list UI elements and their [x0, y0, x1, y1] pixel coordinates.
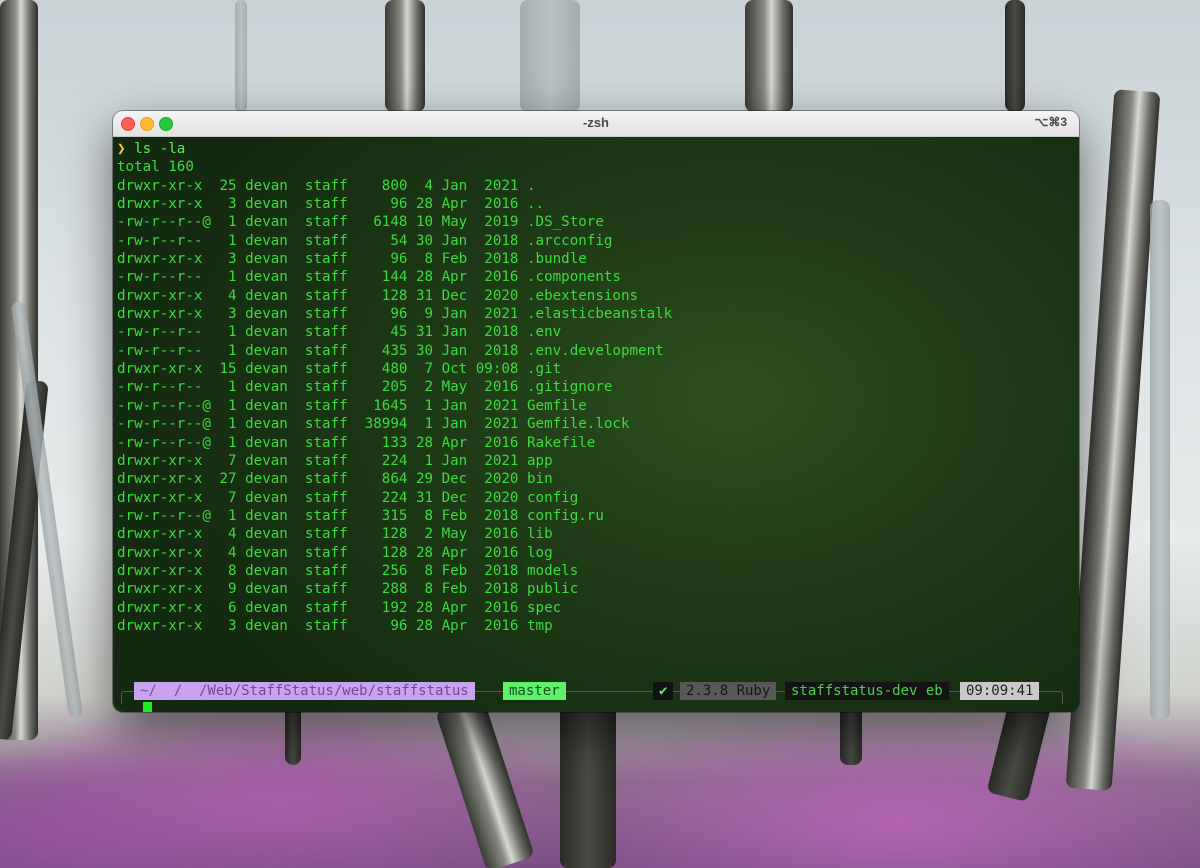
listing-row: -rw-r--r-- 1 devan staff 435 30 Jan 2018… — [117, 342, 664, 359]
listing-row: -rw-r--r--@ 1 devan staff 1645 1 Jan 202… — [117, 397, 587, 414]
listing-row: drwxr-xr-x 3 devan staff 96 8 Feb 2018 .… — [117, 251, 587, 268]
tree-trunk — [560, 700, 616, 868]
listing-row: drwxr-xr-x 3 devan staff 96 28 Apr 2016 … — [117, 617, 553, 634]
listing-row: drwxr-xr-x 15 devan staff 480 7 Oct 09:0… — [117, 361, 562, 378]
total-line: total 160 — [117, 159, 194, 176]
listing-row: -rw-r--r--@ 1 devan staff 38994 1 Jan 20… — [117, 416, 630, 433]
listing-row: drwxr-xr-x 7 devan staff 224 1 Jan 2021 … — [117, 452, 553, 469]
listing-row: -rw-r--r-- 1 devan staff 144 28 Apr 2016… — [117, 269, 621, 286]
listing-row: drwxr-xr-x 4 devan staff 128 31 Dec 2020… — [117, 287, 639, 304]
listing-row: drwxr-xr-x 9 devan staff 288 8 Feb 2018 … — [117, 581, 579, 598]
title-bar[interactable]: -zsh ⌥⌘3 — [113, 111, 1079, 137]
listing-row: -rw-r--r-- 1 devan staff 54 30 Jan 2018 … — [117, 232, 613, 249]
listing-row: drwxr-xr-x 3 devan staff 96 28 Apr 2016 … — [117, 196, 545, 213]
tree-trunk — [285, 705, 301, 765]
status-check-icon: ✔ — [653, 682, 674, 700]
command-text: ls -la — [134, 141, 186, 157]
listing-row: drwxr-xr-x 7 devan staff 224 31 Dec 2020… — [117, 489, 579, 506]
listing-row: -rw-r--r-- 1 devan staff 205 2 May 2016 … — [117, 379, 613, 396]
window-shortcut: ⌥⌘3 — [1034, 115, 1067, 129]
tree-trunk — [1005, 0, 1025, 112]
listing-row: drwxr-xr-x 6 devan staff 192 28 Apr 2016… — [117, 599, 562, 616]
prompt-arrow-icon: ❯ — [117, 141, 126, 157]
text-cursor[interactable] — [143, 702, 152, 712]
birch-trunk — [385, 0, 425, 112]
listing-row: drwxr-xr-x 3 devan staff 96 9 Jan 2021 .… — [117, 306, 673, 323]
listing-row: drwxr-xr-x 8 devan staff 256 8 Feb 2018 … — [117, 562, 579, 579]
tree-trunk — [840, 705, 862, 765]
tree-trunk — [235, 0, 247, 112]
birch-trunk — [435, 696, 535, 868]
listing-row: -rw-r--r--@ 1 devan staff 6148 10 May 20… — [117, 214, 604, 231]
file-listing: drwxr-xr-x 25 devan staff 800 4 Jan 2021… — [117, 178, 672, 634]
path-segment: ~/ / /Web/StaffStatus/web/staffstatus — [134, 682, 475, 700]
ruby-version-segment: 2.3.8 Ruby — [680, 682, 777, 700]
window-title: -zsh — [583, 115, 609, 130]
listing-row: drwxr-xr-x 25 devan staff 800 4 Jan 2021… — [117, 177, 536, 194]
listing-row: -rw-r--r-- 1 devan staff 45 31 Jan 2018 … — [117, 324, 562, 341]
prompt-bar: ~/ / /Web/StaffStatus/web/staffstatus ma… — [113, 682, 1079, 700]
terminal-output: ❯ ls -la total 160 drwxr-xr-x 25 devan s… — [117, 140, 672, 635]
tree-trunk — [520, 0, 580, 112]
listing-row: drwxr-xr-x 4 devan staff 128 28 Apr 2016… — [117, 544, 553, 561]
listing-row: -rw-r--r--@ 1 devan staff 315 8 Feb 2018… — [117, 507, 604, 524]
listing-row: drwxr-xr-x 4 devan staff 128 2 May 2016 … — [117, 526, 553, 543]
clock-segment: 09:09:41 — [960, 682, 1040, 700]
eb-environment-segment: staffstatus-dev eb — [785, 682, 949, 700]
birch-trunk — [745, 0, 793, 112]
listing-row: -rw-r--r--@ 1 devan staff 133 28 Apr 201… — [117, 434, 596, 451]
terminal-window[interactable]: -zsh ⌥⌘3 ❯ ls -la total 160 drwxr-xr-x 2… — [113, 111, 1079, 712]
birch-trunk — [1065, 89, 1161, 791]
git-branch-segment: master — [503, 682, 566, 700]
tree-trunk — [1150, 200, 1170, 720]
terminal-area[interactable]: ❯ ls -la total 160 drwxr-xr-x 25 devan s… — [113, 137, 1079, 712]
listing-row: drwxr-xr-x 27 devan staff 864 29 Dec 202… — [117, 471, 553, 488]
